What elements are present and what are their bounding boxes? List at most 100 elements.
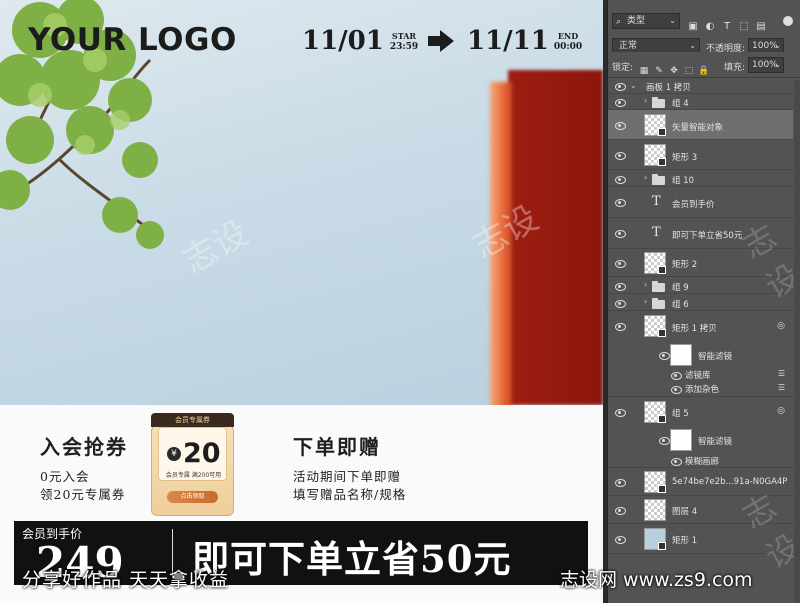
layers-scrollbar[interactable] (794, 80, 800, 603)
layer-row[interactable]: 矩形 1 拷贝 ◎ (608, 311, 793, 342)
fill-label: 填充: (724, 63, 746, 73)
eye-icon[interactable] (670, 370, 682, 380)
filter-effect-row[interactable]: 模糊画廊 (608, 453, 793, 468)
lock-all-icon[interactable]: 🔒 (698, 64, 710, 78)
eye-icon[interactable] (614, 150, 626, 160)
layer-thumbnail (644, 315, 666, 337)
type-filter-icon[interactable]: T (720, 20, 734, 34)
coupon-inner: ¥ 20 会员专属 满200可用 (158, 427, 227, 481)
chevron-right-icon[interactable]: › (644, 96, 647, 105)
left-line-1: 0元入会 (40, 469, 90, 484)
layer-name: 智能滤镜 (698, 437, 733, 447)
chevron-down-icon: ⌄ (774, 41, 781, 50)
eye-icon[interactable] (670, 384, 682, 394)
filter-options-icon[interactable]: ☰ (778, 383, 785, 392)
lock-pixels-icon[interactable]: ✎ (653, 64, 665, 78)
filter-icons: ▣ ◐ T ⬚ ▤ (686, 14, 771, 34)
layer-thumbnail (644, 499, 666, 521)
chevron-down-icon: ⌄ (774, 60, 781, 69)
eye-icon[interactable] (614, 120, 626, 130)
arrow-right-icon (428, 30, 454, 52)
filter-mask-thumbnail (670, 344, 692, 366)
pixel-filter-icon[interactable]: ▣ (686, 20, 700, 34)
right-line-2: 填写赠品名称/规格 (293, 487, 407, 502)
layer-name: 组 6 (672, 300, 689, 310)
kind-filter-select[interactable]: ⌕ 类型 ⌄ (612, 13, 680, 29)
artboard-canvas[interactable]: YOUR LOGO 11/01 STAR 23:59 11/11 END 00:… (0, 0, 603, 603)
layer-name: 模糊画廊 (685, 457, 720, 467)
search-icon: ⌕ (616, 17, 622, 27)
left-title: 入会抢券 (40, 435, 128, 459)
eye-icon[interactable] (614, 97, 626, 107)
layer-name: 组 5 (672, 409, 689, 419)
right-title: 下单即赠 (293, 435, 381, 459)
filter-effect-row[interactable]: 滤镜库 ☰ (608, 368, 793, 381)
layer-name: 即可下单立省50元 (672, 231, 743, 241)
text-layer-icon: T (652, 194, 661, 209)
eye-icon[interactable] (614, 407, 626, 417)
eye-icon[interactable] (614, 281, 626, 291)
coupon-claim-button[interactable]: 点击领取 (167, 491, 218, 503)
coupon-amount: 20 (183, 438, 221, 469)
lock-artboard-icon[interactable]: ⬚ (683, 64, 695, 78)
eye-icon[interactable] (614, 228, 626, 238)
eye-icon[interactable] (614, 321, 626, 331)
filter-effect-row[interactable]: 添加杂色 ☰ (608, 381, 793, 397)
layer-name: 画板 1 拷贝 (646, 83, 691, 93)
adjustment-filter-icon[interactable]: ◐ (703, 20, 717, 34)
folder-icon (652, 97, 665, 108)
eye-icon[interactable] (670, 456, 682, 466)
eye-icon[interactable] (658, 350, 670, 360)
layer-row[interactable]: 矩形 3 (608, 140, 793, 170)
chevron-down-icon[interactable]: ⌄ (630, 81, 637, 90)
lock-position-icon[interactable]: ✥ (668, 64, 680, 78)
red-building-image (490, 70, 603, 417)
smart-filter-icon[interactable]: ▤ (754, 20, 768, 34)
chevron-down-icon: ⌄ (669, 16, 676, 25)
eye-icon[interactable] (614, 197, 626, 207)
footer-site: 志设网 www.zs9.com (560, 569, 753, 591)
coupon-header: 会员专属券 (151, 413, 234, 427)
artboard-layer[interactable]: ⌄ 画板 1 拷贝 (608, 78, 793, 94)
layer-name: 滤镜库 (685, 371, 711, 381)
filter-options-icon[interactable]: ☰ (778, 369, 785, 378)
eye-icon[interactable] (614, 298, 626, 308)
smart-filter-badge-icon: ◎ (777, 406, 785, 416)
smart-filter-row[interactable]: 智能滤镜 (608, 427, 793, 453)
blend-mode-value: 正常 (619, 41, 638, 51)
chevron-right-icon[interactable]: › (644, 297, 647, 306)
end-date: 11/11 (467, 26, 549, 56)
layers-panel: ⌕ 类型 ⌄ ▣ ◐ T ⬚ ▤ 正常 ⌄ 不透明度: 100% ⌄ 锁定: ▦ ✎ ✥ ⬚ (607, 0, 800, 603)
layer-row[interactable]: › 组 4 (608, 94, 793, 110)
folder-icon (652, 281, 665, 292)
folder-icon (652, 174, 665, 185)
layer-name: 会员到手价 (672, 200, 715, 210)
folder-icon (652, 298, 665, 309)
layer-row-selected[interactable]: 矢量智能对象 (608, 110, 793, 140)
eye-icon[interactable] (614, 505, 626, 515)
logo-text: YOUR LOGO (28, 22, 237, 58)
layer-name: 组 10 (672, 176, 695, 186)
layer-thumbnail (644, 252, 666, 274)
eye-icon[interactable] (658, 435, 670, 445)
filter-toggle[interactable] (783, 16, 793, 26)
text-layer-icon: T (652, 225, 661, 240)
eye-icon[interactable] (614, 534, 626, 544)
eye-icon[interactable] (614, 258, 626, 268)
eye-icon[interactable] (614, 477, 626, 487)
chevron-right-icon[interactable]: › (644, 280, 647, 289)
shape-filter-icon[interactable]: ⬚ (737, 20, 751, 34)
smart-filter-row[interactable]: 智能滤镜 (608, 342, 793, 368)
layer-row[interactable]: 组 5 ◎ (608, 397, 793, 427)
layer-row[interactable]: › 组 10 (608, 170, 793, 187)
chevron-down-icon: ⌄ (689, 41, 696, 50)
fill-input[interactable]: 100% ⌄ (748, 57, 784, 73)
lock-transparency-icon[interactable]: ▦ (638, 64, 650, 78)
eye-icon[interactable] (614, 81, 626, 91)
chevron-right-icon[interactable]: › (644, 173, 647, 182)
layer-row[interactable]: › 组 6 (608, 294, 793, 311)
layer-name: 图层 4 (672, 507, 698, 517)
eye-icon[interactable] (614, 174, 626, 184)
coupon-desc: 会员专属 满200可用 (165, 472, 222, 479)
layer-thumbnail (644, 528, 666, 550)
